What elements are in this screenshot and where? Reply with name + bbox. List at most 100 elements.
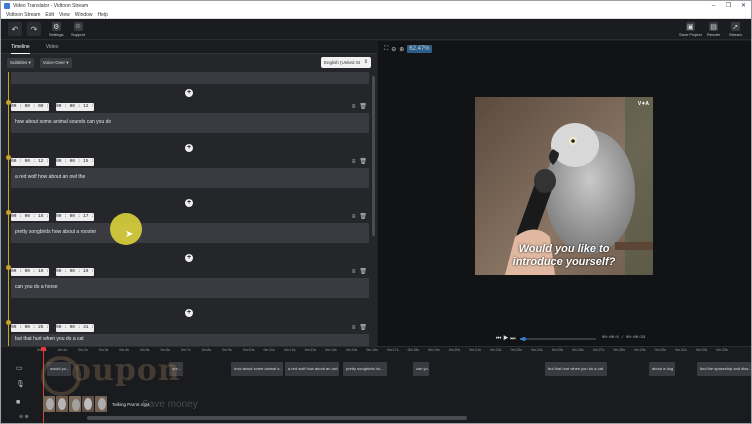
voice-over-dropdown[interactable]: Voice-Over ▾ [39, 58, 72, 68]
ruler-tick: 0m:18s [407, 348, 420, 352]
menu-window[interactable]: Window [75, 12, 93, 18]
align-icon[interactable]: ≡ [352, 325, 356, 331]
segment-text[interactable]: how about some animal sounds can you do [11, 113, 369, 133]
tab-timeline[interactable]: Timeline [11, 41, 30, 54]
subtitle-clip[interactable]: but that hurt when you do a cat [545, 362, 607, 376]
close-icon[interactable]: ✕ [736, 1, 751, 11]
trash-icon[interactable]: 🗑 [359, 214, 367, 220]
subtitle-clip[interactable]: pretty songbirds ho... [343, 362, 387, 376]
end-time-field[interactable]: 00 : 00 : 12 : 46 [56, 103, 94, 117]
playback-time: 00:00:0 / 00:00:33 [602, 336, 646, 340]
seek-bar[interactable] [520, 337, 596, 341]
segment-text[interactable]: but that hurt when you do a cat [11, 334, 369, 346]
support-icon: ☺ [73, 22, 83, 31]
trash-icon[interactable]: 🗑 [359, 325, 367, 331]
seek-handle[interactable] [521, 337, 526, 341]
video-preview[interactable]: V✦A Would you like to introduce yourself… [475, 97, 653, 275]
align-icon[interactable]: ≡ [352, 214, 356, 220]
timeline-scrollbar[interactable] [87, 416, 467, 420]
menu-view[interactable]: View [59, 12, 70, 18]
zoom-out-icon[interactable]: ⊖ [391, 46, 396, 53]
undo-icon: ↶ [11, 24, 19, 34]
subtitles-dropdown[interactable]: Subtitles ▾ [7, 58, 34, 68]
title-bar: Video Translator - Vidtoon Stream – ❐ ✕ [1, 1, 751, 11]
settings-button[interactable]: ⚙ Settings [49, 22, 63, 37]
start-time-field[interactable]: 00 : 00 : 15 : 48 [11, 213, 49, 227]
add-segment-button[interactable]: + [185, 199, 193, 207]
video-thumbnail [56, 396, 68, 412]
ruler-tick: 0m:30s [654, 348, 667, 352]
end-time-field[interactable]: 00 : 00 : 19 : 80 [56, 268, 94, 282]
trash-icon[interactable]: 🗑 [359, 269, 367, 275]
end-time-field[interactable]: 00 : 00 : 31 : 20 [56, 324, 94, 338]
camera-icon: ■ [16, 399, 21, 406]
play-icon[interactable]: ▶ [503, 336, 508, 342]
skip-forward-icon[interactable]: ⏭ [510, 336, 515, 342]
align-icon[interactable]: ≡ [352, 104, 356, 110]
segment-times: 00 : 00 : 15 : 48 00 : 00 : 17 : 48 ≡ 🗑 [11, 213, 369, 227]
microphone-icon[interactable]: 🎙 [16, 380, 25, 388]
menu-help[interactable]: Help [98, 12, 108, 18]
undo-button[interactable]: ↶ [8, 22, 22, 36]
caption-line-1: Would you like to [518, 243, 610, 255]
maximize-icon[interactable]: ❐ [721, 1, 736, 11]
watermark-tagline: - Save money [136, 399, 198, 410]
ruler-tick: 0m:9s [222, 348, 232, 352]
align-icon[interactable]: ≡ [352, 269, 356, 275]
stream-button[interactable]: ➚ Stream [729, 22, 742, 37]
ruler-tick: 0m:4s [119, 348, 129, 352]
subtitle-clip[interactable]: find the spaceship and diss... [697, 362, 751, 376]
redo-button[interactable]: ↷ [27, 22, 41, 36]
end-time-field[interactable]: 00 : 00 : 17 : 48 [56, 213, 94, 227]
skip-back-icon[interactable]: ⏮ [496, 336, 501, 342]
segment-text[interactable]: a red wolf how about an owl the [11, 168, 369, 188]
timeline-rail [8, 72, 9, 346]
add-segment-button[interactable]: + [185, 309, 193, 317]
stream-icon: ➚ [730, 22, 740, 31]
start-time-field[interactable]: 00 : 00 : 09 : 78 [11, 103, 49, 117]
segment-text-previous[interactable] [11, 72, 369, 84]
menu-vidtoon-stream[interactable]: Vidtoon Stream [6, 12, 40, 18]
ruler-tick: 0m:31s [675, 348, 687, 352]
watermark-brand: oupon [71, 353, 181, 388]
ruler-tick: 0m:24s [531, 348, 543, 352]
video-track[interactable]: Talking Parrot.mp4 [43, 395, 150, 413]
timeline-zoom-icon[interactable]: ⊖ ⊕ [19, 414, 29, 420]
segment-text[interactable]: can you do a horse [11, 278, 369, 298]
start-time-field[interactable]: 00 : 00 : 12 : 48 [11, 158, 49, 172]
trash-icon[interactable]: 🗑 [359, 104, 367, 110]
render-button[interactable]: ▤ Render [707, 22, 720, 37]
subtitle-clip[interactable]: can yo... [413, 362, 429, 376]
minimize-icon[interactable]: – [706, 1, 721, 11]
ruler-tick: 0m:29s [634, 348, 646, 352]
save-icon: ▣ [685, 22, 695, 31]
app-icon [4, 3, 10, 9]
support-button[interactable]: ☺ Support [71, 22, 85, 37]
start-time-field[interactable]: 00 : 00 : 25 : 80 [11, 324, 49, 338]
language-value: English (United St [324, 60, 361, 65]
add-segment-button[interactable]: + [185, 144, 193, 152]
fit-screen-icon[interactable]: ⛶ [384, 46, 388, 53]
zoom-in-icon[interactable]: ⊕ [399, 46, 404, 53]
segment-text[interactable]: pretty songbirds how about a rooster [11, 223, 369, 243]
add-segment-button[interactable]: + [185, 254, 193, 262]
start-time-field[interactable]: 00 : 00 : 19 : 00 [11, 268, 49, 282]
ruler-tick: 0m:26s [572, 348, 584, 352]
ruler-tick: 0m:2s [78, 348, 88, 352]
tab-video[interactable]: Video [46, 41, 59, 54]
segment-actions: ≡ 🗑 [348, 214, 367, 220]
caption-line-2: introduce yourself? [512, 256, 616, 268]
add-segment-button[interactable]: + [185, 89, 193, 97]
menu-edit[interactable]: Edit [45, 12, 54, 18]
language-select[interactable]: English (United St ⇕ [321, 57, 371, 68]
subtitle-clip[interactable]: how about some animal s... [231, 362, 283, 376]
end-time-field[interactable]: 00 : 00 : 15 : 46 [56, 158, 94, 172]
subtitle-clip[interactable]: about a dog [649, 362, 675, 376]
ruler-tick: 0m:6s [160, 348, 171, 352]
trash-icon[interactable]: 🗑 [359, 159, 367, 165]
voa-logo: V✦A [637, 101, 649, 107]
segments-scrollbar[interactable] [372, 76, 375, 236]
subtitle-clip[interactable]: a red wolf how about an owl ... [285, 362, 339, 376]
save-project-button[interactable]: ▣ Save Project [679, 22, 702, 37]
align-icon[interactable]: ≡ [352, 159, 356, 165]
